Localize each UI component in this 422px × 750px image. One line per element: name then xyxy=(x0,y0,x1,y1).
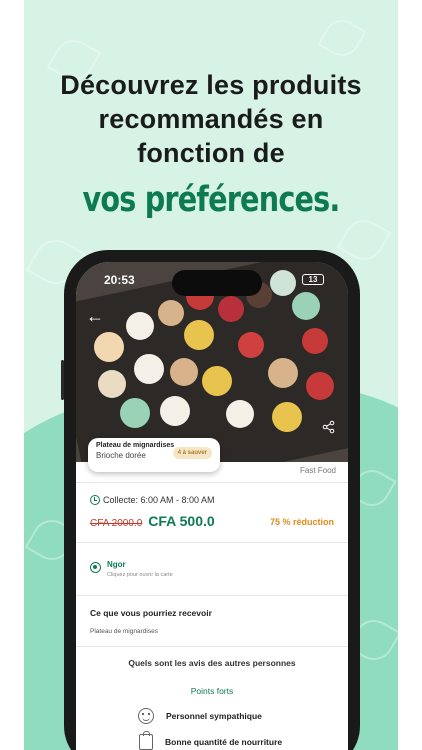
pastry xyxy=(272,402,302,432)
headline-line: recommandés en xyxy=(98,104,324,134)
pickup-label: Collecte: 6:00 AM - 8:00 AM xyxy=(103,495,215,505)
strength-item: Personnel sympathique xyxy=(138,708,262,724)
divider xyxy=(76,595,348,596)
phone-screen: 20:53 13 ← Plateau de mignardises Brioch… xyxy=(76,262,348,750)
location-pin-icon xyxy=(90,562,101,573)
pastry xyxy=(306,372,334,400)
reviews-title: Quels sont les avis des autres personnes xyxy=(128,658,296,668)
headline-accent: vos préférences. xyxy=(82,180,340,220)
remaining-badge: 4 à sauver xyxy=(172,447,212,459)
battery-icon: 13 xyxy=(302,274,324,285)
pastry xyxy=(302,328,328,354)
pastry xyxy=(120,398,150,428)
pastry xyxy=(202,366,232,396)
phone-mockup: 20:53 13 ← Plateau de mignardises Brioch… xyxy=(61,250,360,750)
strength-label: Bonne quantité de nourriture xyxy=(165,737,283,747)
receive-item: Plateau de mignardises xyxy=(90,628,158,635)
location-name: Ngor xyxy=(107,560,126,569)
leaf-decoration xyxy=(317,13,367,63)
new-price: CFA 500.0 xyxy=(148,513,215,529)
status-time: 20:53 xyxy=(104,273,135,287)
location-row[interactable]: Ngor Cliquez pour ouvrir la carte xyxy=(90,560,173,578)
receive-title: Ce que vous pourriez recevoir xyxy=(90,608,212,618)
pastry xyxy=(226,400,254,428)
divider xyxy=(76,482,348,483)
price-row: CFA 2000.0 CFA 500.0 xyxy=(90,513,215,529)
pastry xyxy=(238,332,264,358)
divider xyxy=(76,542,348,543)
pastry xyxy=(218,296,244,322)
bag-icon xyxy=(139,731,153,750)
pastry xyxy=(184,320,214,350)
strength-item: Bonne quantité de nourriture xyxy=(138,731,283,750)
category-label: Fast Food xyxy=(299,466,336,475)
pastry xyxy=(158,300,184,326)
smile-icon xyxy=(138,708,154,724)
back-arrow-icon[interactable]: ← xyxy=(86,306,104,327)
product-badge-card: Plateau de mignardises Brioche dorée 4 à… xyxy=(88,438,220,472)
discount-label: 75 % réduction xyxy=(269,517,334,527)
headline: Découvrez les produits recommandés en fo… xyxy=(24,68,398,170)
product-hero-image: 20:53 13 ← xyxy=(76,262,348,462)
pastry xyxy=(126,312,154,340)
pastry xyxy=(292,292,320,320)
pastry xyxy=(160,396,190,426)
divider xyxy=(76,646,348,647)
pastry xyxy=(270,270,296,296)
headline-line: Découvrez les produits xyxy=(60,70,362,100)
strengths-title: Points forts xyxy=(190,686,234,696)
pastry xyxy=(268,358,298,388)
pastry xyxy=(98,370,126,398)
pastry xyxy=(134,354,164,384)
strength-label: Personnel sympathique xyxy=(166,711,262,721)
pastry xyxy=(170,358,198,386)
phone-notch xyxy=(172,270,262,296)
clock-icon xyxy=(90,495,100,505)
location-hint: Cliquez pour ouvrir la carte xyxy=(107,572,173,578)
old-price: CFA 2000.0 xyxy=(90,518,143,529)
pastry xyxy=(94,332,124,362)
headline-line: fonction de xyxy=(137,138,285,168)
share-icon[interactable] xyxy=(322,420,336,434)
pickup-time: Collecte: 6:00 AM - 8:00 AM xyxy=(90,495,215,505)
